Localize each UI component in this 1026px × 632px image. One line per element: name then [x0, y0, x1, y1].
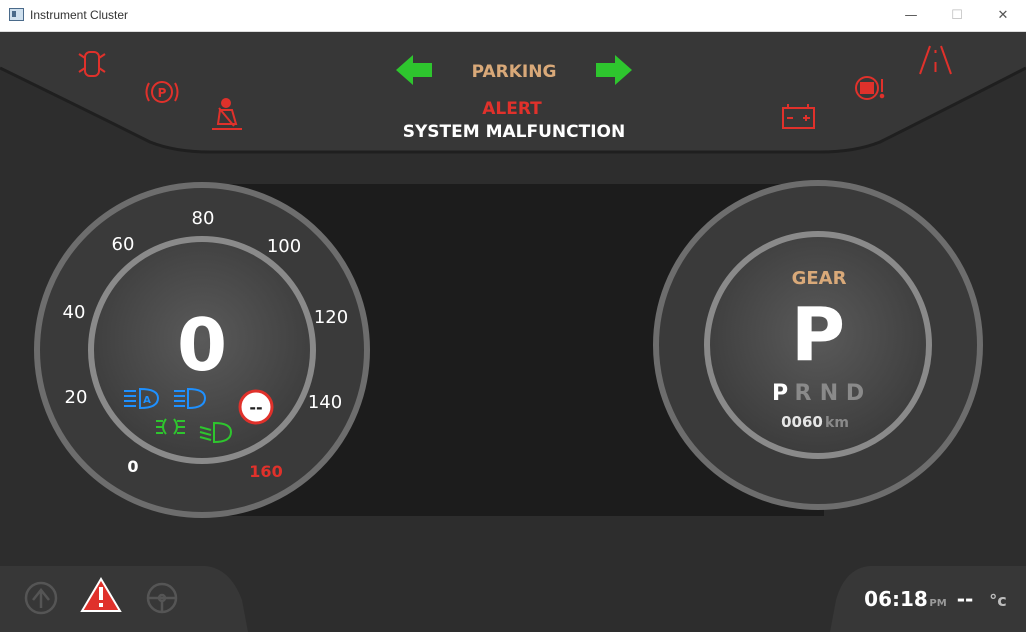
close-button[interactable]: ✕	[980, 0, 1026, 31]
gear-gauge: GEAR P P R N D 0060 km	[653, 180, 983, 510]
speed-tick-40: 40	[63, 302, 86, 323]
clock-ampm: PM	[929, 598, 946, 609]
speed-tick-120: 120	[314, 307, 348, 328]
speed-tick-60: 60	[112, 234, 135, 255]
parking-status: PARKING	[472, 62, 557, 82]
svg-text:A: A	[143, 395, 151, 406]
speed-tick-80: 80	[192, 208, 215, 229]
app-icon	[9, 8, 24, 21]
gear-option-n: N	[820, 381, 838, 406]
gear-option-d: D	[846, 381, 864, 406]
minimize-button[interactable]: —	[888, 0, 934, 31]
gear-label: GEAR	[792, 268, 847, 289]
alert-label: ALERT	[482, 99, 542, 119]
speed-limit-value: --	[249, 398, 262, 417]
cluster-stage: 0 0 20 40 60 80 100 120 140 160 A -- GEA…	[0, 32, 1026, 632]
speed-tick-100: 100	[267, 236, 301, 257]
speed-tick-160: 160	[249, 462, 282, 481]
temperature-unit: °c	[989, 591, 1006, 610]
maximize-button[interactable]: ☐	[934, 0, 980, 31]
speed-limit-sign: --	[238, 389, 274, 425]
svg-text:P: P	[158, 86, 167, 100]
temperature-value: --	[957, 587, 974, 611]
speed-tick-140: 140	[308, 392, 342, 413]
odometer-value: 0060	[781, 413, 823, 431]
speed-tick-20: 20	[65, 387, 88, 408]
window-title: Instrument Cluster	[30, 8, 129, 22]
bottom-left-bezel	[0, 566, 248, 632]
clock-time: 06:18	[864, 587, 928, 611]
odometer-unit: km	[825, 415, 849, 431]
window-titlebar: Instrument Cluster — ☐ ✕	[0, 0, 1026, 32]
speed-value: 0	[177, 303, 227, 387]
speed-tick-0: 0	[127, 457, 138, 476]
speedometer: 0 0 20 40 60 80 100 120 140 160 A --	[34, 182, 370, 518]
current-gear: P	[791, 292, 845, 378]
malfunction-message: SYSTEM MALFUNCTION	[403, 122, 625, 142]
gear-option-p: P	[772, 381, 788, 406]
gear-option-r: R	[795, 381, 812, 406]
